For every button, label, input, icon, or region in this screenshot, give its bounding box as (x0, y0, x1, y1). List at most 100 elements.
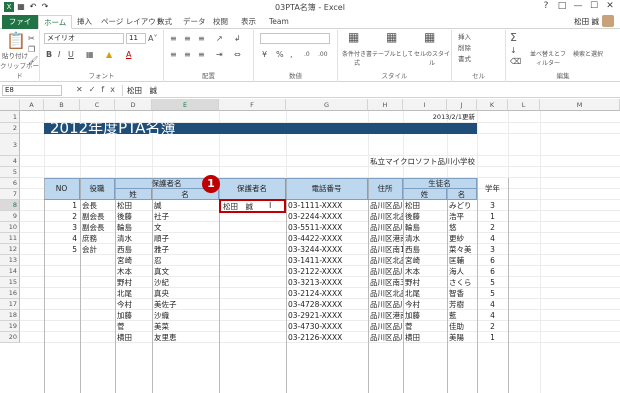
record-role[interactable]: 庶務 (80, 233, 115, 244)
record-guardian-mei[interactable]: 美菜 (152, 321, 219, 332)
column-header-f[interactable]: F (219, 99, 286, 111)
record-guardian-mei[interactable]: 友里恵 (152, 332, 219, 343)
record-phone[interactable]: 03-2122-XXXX (286, 266, 368, 277)
row-header-11[interactable]: 11 (0, 233, 20, 244)
record-phone[interactable]: 03-3244-XXXX (286, 244, 368, 255)
align-left-icon[interactable]: ≡ (170, 50, 177, 59)
column-header-a[interactable]: A (20, 99, 44, 111)
record-guardian-sei[interactable]: 輪島 (115, 222, 152, 233)
row-header-7[interactable]: 7 (0, 189, 20, 200)
column-header-g[interactable]: G (286, 99, 368, 111)
row-header-17[interactable]: 17 (0, 299, 20, 310)
wrap-text-icon[interactable]: ↲ (234, 34, 241, 43)
record-guardian-mei[interactable]: 真央 (152, 288, 219, 299)
header-guardian-sei[interactable]: 姓 (115, 189, 152, 200)
percent-icon[interactable]: % (276, 50, 284, 59)
underline-icon[interactable]: U (68, 50, 74, 59)
record-grade[interactable]: 3 (477, 200, 508, 211)
row-header-18[interactable]: 18 (0, 310, 20, 321)
record-grade[interactable]: 2 (477, 222, 508, 233)
tab-file[interactable]: ファイル (2, 15, 38, 39)
clear-icon[interactable]: ⌫ (510, 57, 521, 66)
cell-styles-button[interactable]: セルのスタイル (414, 50, 450, 68)
align-bottom-icon[interactable]: ≡ (198, 34, 205, 43)
record-student-sei[interactable]: 宮崎 (403, 255, 447, 266)
record-phone[interactable]: 03-2921-XXXX (286, 310, 368, 321)
record-guardian-sei[interactable]: 横田 (115, 332, 152, 343)
record-student-mei[interactable]: 佳助 (447, 321, 477, 332)
record-address[interactable]: 品川区品川2-XX (368, 266, 403, 277)
align-middle-icon[interactable]: ≡ (184, 34, 191, 43)
header-student-mei[interactable]: 名 (447, 189, 477, 200)
record-student-mei[interactable]: 菜々美 (447, 244, 477, 255)
record-student-sei[interactable]: 後藤 (403, 211, 447, 222)
record-grade[interactable]: 6 (477, 255, 508, 266)
row-header-15[interactable]: 15 (0, 277, 20, 288)
record-no[interactable] (44, 288, 80, 299)
number-format-select[interactable] (260, 33, 330, 44)
row-header-5[interactable]: 5 (0, 167, 20, 178)
orientation-icon[interactable]: ↗ (216, 34, 223, 43)
insert-cells-button[interactable]: 挿入 (458, 33, 471, 42)
comma-icon[interactable]: , (290, 50, 293, 59)
record-student-sei[interactable]: 菅 (403, 321, 447, 332)
conditional-format-button[interactable]: 条件付き書式 (342, 50, 372, 68)
header-student-sei[interactable]: 姓 (403, 189, 447, 200)
row-header-20[interactable]: 20 (0, 332, 20, 343)
record-student-sei[interactable]: 野村 (403, 277, 447, 288)
record-grade[interactable]: 5 (477, 277, 508, 288)
record-address[interactable]: 品川区品川17-XX (368, 321, 403, 332)
font-name-select[interactable]: メイリオ (44, 33, 124, 44)
row-header-8[interactable]: 8 (0, 200, 20, 211)
autosum-icon[interactable]: Σ (510, 32, 517, 43)
tab-data[interactable]: データ (178, 15, 211, 29)
record-role[interactable] (80, 288, 115, 299)
formula-input[interactable]: 松田 誠 (122, 85, 616, 96)
record-grade[interactable]: 1 (477, 332, 508, 343)
record-no[interactable]: 2 (44, 211, 80, 222)
user-account[interactable]: 松田 誠 (574, 15, 614, 27)
currency-icon[interactable]: ¥ (262, 50, 267, 59)
column-header-i[interactable]: I (403, 99, 447, 111)
format-cells-button[interactable]: 書式 (458, 55, 471, 64)
record-no[interactable]: 5 (44, 244, 80, 255)
record-student-mei[interactable]: さくら (447, 277, 477, 288)
record-role[interactable] (80, 310, 115, 321)
record-no[interactable] (44, 255, 80, 266)
column-header-c[interactable]: C (80, 99, 115, 111)
merge-center-icon[interactable]: ⇔ (234, 50, 241, 59)
row-header-10[interactable]: 10 (0, 222, 20, 233)
record-no[interactable] (44, 277, 80, 288)
record-no[interactable]: 1 (44, 200, 80, 211)
format-as-table-button[interactable]: テーブルとして書式設定 (372, 50, 412, 59)
minimize-icon[interactable]: — (570, 0, 586, 13)
row-header-16[interactable]: 16 (0, 288, 20, 299)
record-guardian-mei[interactable]: 順子 (152, 233, 219, 244)
increase-decimal-icon[interactable]: .0 (304, 50, 310, 59)
worksheet[interactable]: A B C D E F G H I J K L M 1 2 3 4 5 6 7 8 9 10 11 12 13 14 15 16 17 18… (0, 99, 620, 393)
tab-team[interactable]: Team (264, 15, 294, 29)
row-header-12[interactable]: 12 (0, 244, 20, 255)
record-no[interactable] (44, 332, 80, 343)
record-address[interactable]: 品川区南1-XXXX (368, 244, 403, 255)
record-guardian-mei[interactable]: 美佐子 (152, 299, 219, 310)
maximize-icon[interactable]: ☐ (586, 0, 602, 13)
border-icon[interactable]: ▦ (86, 50, 94, 59)
row-header-2[interactable]: 2 (0, 123, 20, 134)
header-no[interactable]: NO (44, 178, 80, 200)
record-student-sei[interactable]: 木本 (403, 266, 447, 277)
record-student-mei[interactable]: 藍 (447, 310, 477, 321)
record-guardian-mei[interactable]: 沙紀 (152, 277, 219, 288)
sort-filter-button[interactable]: 並べ替えとフィルター (528, 50, 568, 68)
header-phone[interactable]: 電話番号 (286, 178, 368, 200)
record-no[interactable] (44, 321, 80, 332)
record-phone[interactable]: 03-5511-XXXX (286, 222, 368, 233)
header-guardian-name[interactable]: 保護者名 (219, 178, 286, 200)
record-student-sei[interactable]: 加藤 (403, 310, 447, 321)
record-guardian-sei[interactable]: 今村 (115, 299, 152, 310)
align-center-icon[interactable]: ≡ (184, 50, 191, 59)
row-header-9[interactable]: 9 (0, 211, 20, 222)
record-student-mei[interactable]: 匡輔 (447, 255, 477, 266)
record-grade[interactable]: 4 (477, 233, 508, 244)
record-guardian-mei[interactable]: 沙織 (152, 310, 219, 321)
